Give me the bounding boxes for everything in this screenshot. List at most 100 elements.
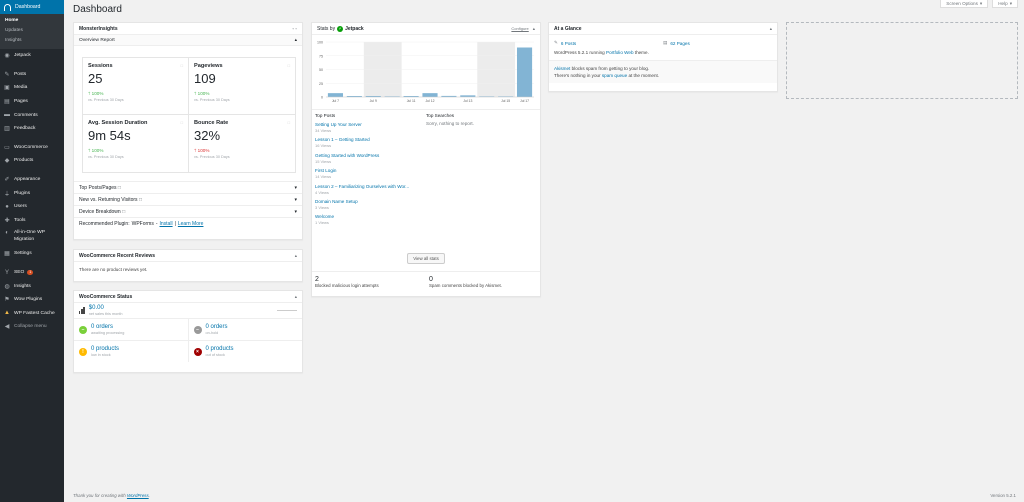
help-icon[interactable]: □ [181,120,183,125]
chevron-up-icon[interactable]: ▴ [295,38,297,43]
chevron-up-icon[interactable]: ▴ [295,253,297,259]
sidebar-item-products[interactable]: ◆ Products [0,154,64,168]
widget-header[interactable]: At a Glance ▴ [549,23,777,35]
top-post-views: 1 Views [315,220,329,226]
metric-change-value: 100% [91,148,104,153]
x-tick-label: Jul 15 [501,99,510,103]
top-post-item: Lesson 1 – Getting Started 16 Views [315,136,426,149]
sidebar-item-seo[interactable]: Y SEO 1 [0,266,64,280]
sidebar-item-wow-plugins[interactable]: ⚑ Wow Plugins [0,293,64,307]
sidebar-item-appearance[interactable]: ✐ Appearance [0,173,64,187]
widget-title: At a Glance [554,25,582,32]
monsterinsights-widget: MonsterInsights ▫ ▫ Overview Report ▴ Se… [73,22,303,240]
sidebar-item-label: Jetpack [14,53,31,59]
top-posts-pages-toggle[interactable]: Top Posts/Pages □ ▾ [74,181,302,193]
widget-header[interactable]: MonsterInsights ▫ ▫ [74,23,302,35]
move-down-icon[interactable]: ▫ [295,26,297,31]
posts-count-link[interactable]: 6 Posts [561,41,576,46]
help-icon[interactable]: □ [288,120,290,125]
sidebar-item-posts[interactable]: ✎ Posts [0,68,64,82]
theme-link[interactable]: Portfolio Web [606,50,634,55]
sidebar-item-feedback[interactable]: ▥ Feedback [0,122,64,136]
y-tick-label: 25 [319,82,323,86]
metric-bounce-rate: Bounce Rate □ 32% 🡑 100% vs. Previous 30… [189,115,295,172]
spam-queue-link[interactable]: spam queue [602,73,627,78]
sidebar-item-comments[interactable]: ▬ Comments [0,108,64,122]
collapse-menu-button[interactable]: ◀ Collapse menu [0,320,64,334]
configure-link[interactable]: Configure [511,26,528,31]
learn-more-link[interactable]: Learn More [178,221,204,227]
device-breakdown-toggle[interactable]: Device Breakdown □ ▾ [74,205,302,217]
top-post-link[interactable]: Lesson 2 – Familiarizing Ourselves with … [315,183,426,190]
widget-header[interactable]: WooCommerce Recent Reviews ▴ [74,250,302,262]
sidebar-item-settings[interactable]: ▦ Settings [0,247,64,261]
screen-options-button[interactable]: Screen Options ▾ [940,0,989,8]
woocommerce-status-widget: WooCommerce Status ▴ $0.00 net sales this … [73,290,303,373]
separator: - [155,220,158,227]
metric-compare: vs. Previous 30 Days [194,98,230,102]
submenu-home[interactable]: Home [0,16,64,26]
top-post-link[interactable]: First Login [315,167,426,174]
metric-value: 25 [88,71,103,86]
chevron-up-icon[interactable]: ▴ [533,26,535,32]
metric-title: Pageviews [194,63,223,69]
metric-value: 32% [194,128,221,143]
wordpress-link[interactable]: WordPress [127,493,149,498]
widget-header[interactable]: WooCommerce Status ▴ [74,291,302,303]
chevron-up-icon[interactable]: ▴ [295,294,297,300]
sidebar-item-dashboard[interactable]: Dashboard [0,0,64,14]
status-text: 0 products out of stock [206,346,234,358]
top-post-link[interactable]: Domain Name Setup [315,198,426,205]
stats-controls: Configure ▴ [511,26,535,32]
sidebar-item-woocommerce[interactable]: ▭ WooCommerce [0,141,64,155]
orders-on-hold[interactable]: – 0 orders on-hold [187,319,303,340]
sidebar-item-plugins[interactable]: ⏚ Plugins [0,186,64,200]
sidebar-item-migration[interactable]: ◐ All-in-One WP Migration [0,227,64,247]
stats-chart: 0 25 50 75 100 Jul 7 Jul 9 Jul 11 Jul 12 Jul 13 Ju… [317,41,534,103]
submenu-updates[interactable]: Updates [0,26,64,36]
sidebar-item-users[interactable]: ● Users [0,200,64,214]
overview-metrics-grid: Sessions □ 25 🡑 100% vs. Previous 30 Day… [82,57,296,173]
move-up-icon[interactable]: ▫ [293,26,295,31]
top-post-link[interactable]: Getting Started with WordPress [315,152,426,159]
help-icon[interactable]: □ [139,197,142,203]
submenu-insights[interactable]: Insights [0,36,64,46]
widget-header[interactable]: Stats by ⚡ Jetpack Configure ▴ [312,23,540,35]
help-icon[interactable]: □ [118,185,121,191]
sidebar-item-pages[interactable]: ▤ Pages [0,95,64,109]
top-post-link[interactable]: Welcome [315,213,426,220]
metric-title: Sessions [88,63,113,69]
pages-count-link[interactable]: 62 Pages [670,41,689,46]
comments-icon: ▬ [4,112,10,119]
view-all-stats-button[interactable]: View all stats [407,253,445,264]
chevron-up-icon[interactable]: ▴ [770,26,772,32]
orders-processing[interactable]: – 0 orders awaiting processing [74,319,188,340]
akismet-link[interactable]: Akismet [554,66,570,71]
dashboard-submenu: Home Updates Insights [0,14,64,49]
collapse-label: Top Posts/Pages □ [79,185,121,191]
help-icon[interactable]: □ [288,63,290,68]
overview-report-header[interactable]: Overview Report ▴ [74,35,302,46]
sidebar-item-wp-fastest-cache[interactable]: ▲ WP Fastest Cache [0,307,64,321]
sidebar-item-insights[interactable]: ◍ Insights [0,279,64,293]
products-low-stock[interactable]: ! 0 products low in stock [74,341,188,362]
install-link[interactable]: Install [160,221,173,227]
feedback-icon: ▥ [4,126,10,133]
top-post-link[interactable]: Setting Up Your Server [315,121,426,128]
help-button[interactable]: Help ▾ [992,0,1018,8]
top-post-link[interactable]: Lesson 1 – Getting Started [315,136,426,143]
help-icon[interactable]: □ [122,209,125,215]
empty-widget-dropzone[interactable] [786,22,1018,99]
sidebar-item-jetpack[interactable]: ◉ Jetpack [0,49,64,63]
x-tick-label: Jul 17 [520,99,529,103]
empty-reviews-text: There are no product reviews yet. [79,267,148,272]
recommended-label: Recommended Plugin: [79,220,130,227]
button-label: Help [998,1,1008,6]
new-returning-toggle[interactable]: New vs. Returning Visitors □ ▾ [74,193,302,205]
help-icon[interactable]: □ [181,63,183,68]
products-out-of-stock[interactable]: × 0 products out of stock [187,341,303,362]
on-hold-icon: – [193,325,202,334]
sidebar-item-media[interactable]: ▣ Media [0,81,64,95]
net-sales-row[interactable]: $0.00 net sales this month [74,303,302,318]
sidebar-item-tools[interactable]: ✚ Tools [0,214,64,228]
